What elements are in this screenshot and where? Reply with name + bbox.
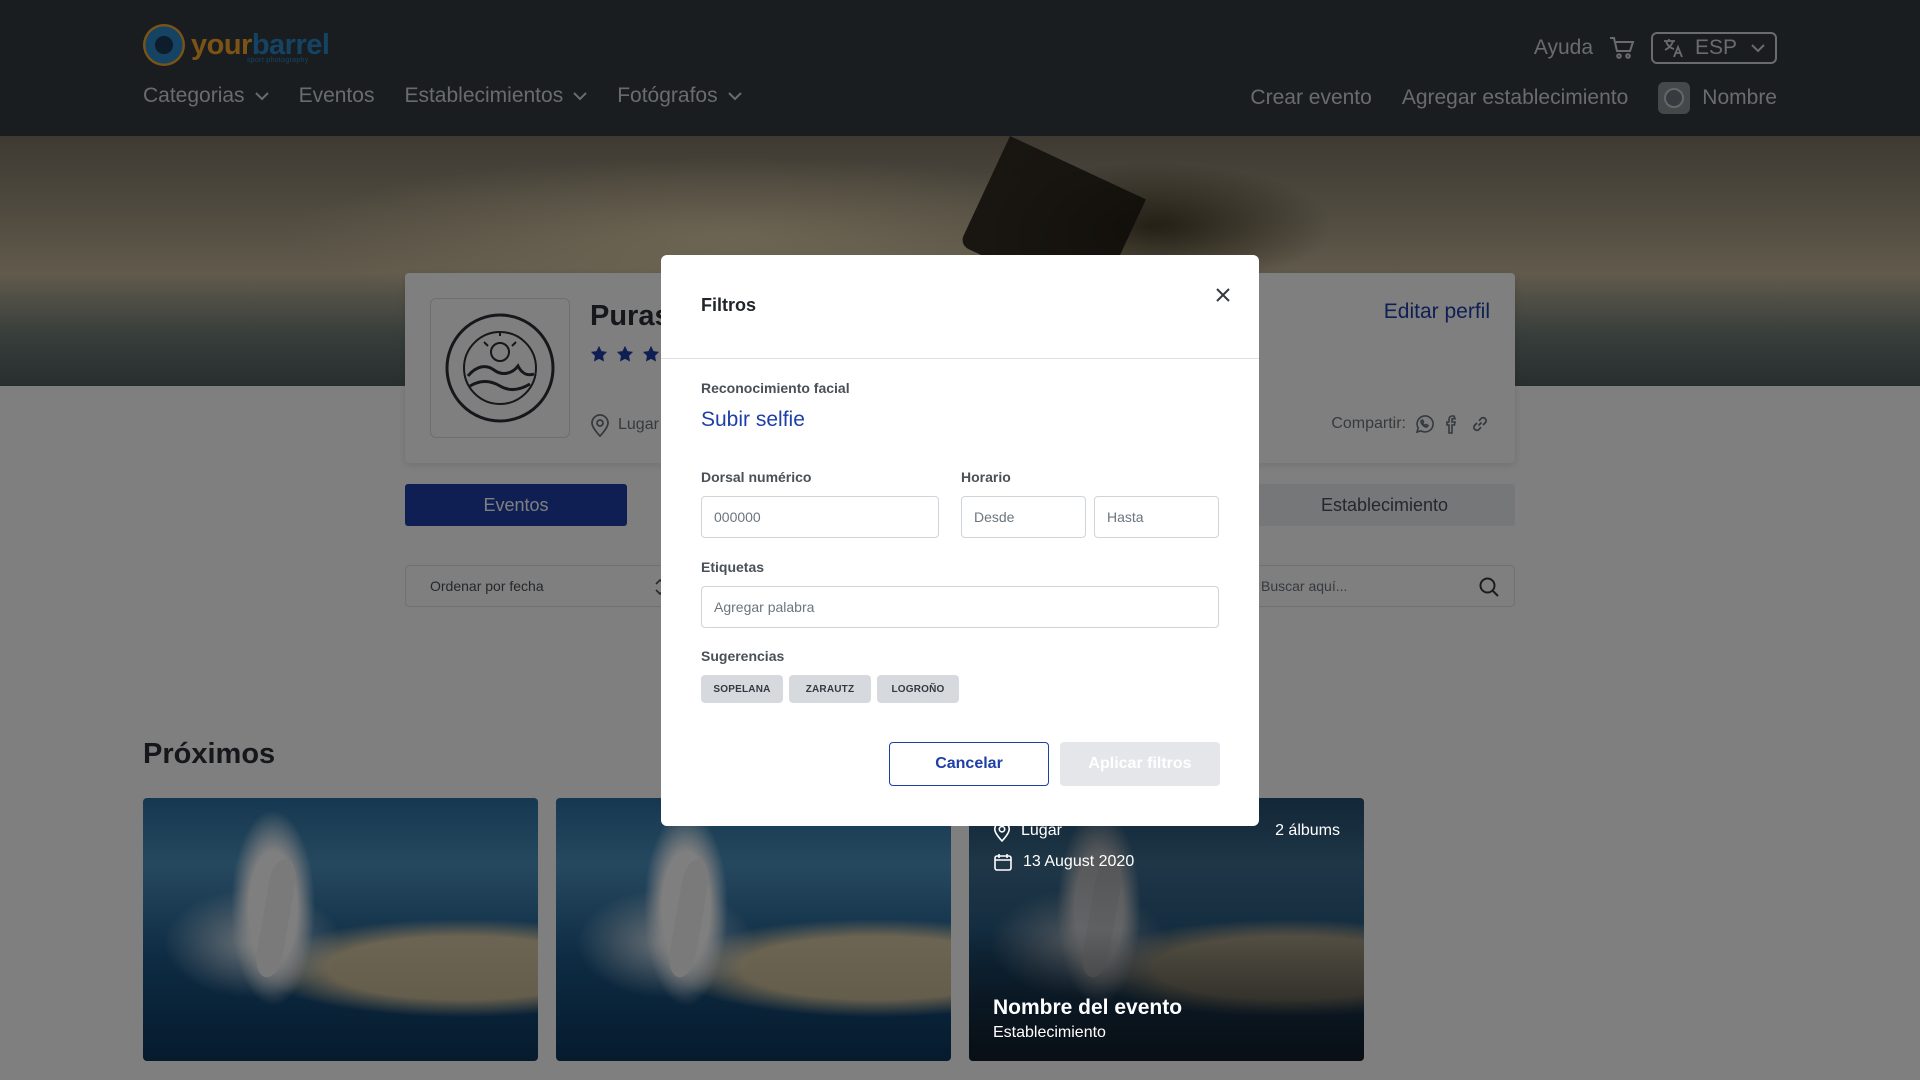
calendar-icon [994, 854, 1012, 871]
upload-selfie-link[interactable]: Subir selfie [701, 408, 805, 432]
event-card-establishment: Establecimiento [993, 1024, 1106, 1041]
time-to-input[interactable]: Hasta [1094, 496, 1219, 538]
bib-number-label: Dorsal numérico [701, 469, 812, 485]
close-button[interactable] [1209, 281, 1237, 309]
modal-title: Filtros [701, 295, 757, 315]
tags-input[interactable]: Agregar palabra [701, 586, 1219, 628]
event-card-date: 13 August 2020 [993, 852, 1134, 872]
time-from-input[interactable]: Desde [961, 496, 1086, 538]
map-pin-icon [993, 821, 1011, 842]
facial-recognition-label: Reconocimiento facial [701, 380, 850, 396]
suggestion-chip[interactable]: ZARAUTZ [789, 675, 871, 703]
event-card-name: Nombre del evento [993, 996, 1183, 1019]
time-label: Horario [961, 469, 1011, 485]
tags-label: Etiquetas [701, 559, 765, 575]
event-card-albums: 2 álbums [1275, 822, 1340, 839]
event-card-location: Lugar [993, 820, 1062, 842]
bib-number-input[interactable]: 000000 [701, 496, 939, 538]
cancel-button[interactable]: Cancelar [889, 742, 1049, 786]
modal-divider [661, 358, 1259, 359]
close-icon [1216, 288, 1230, 302]
apply-filters-button[interactable]: Aplicar filtros [1060, 742, 1220, 786]
suggestions-label: Sugerencias [701, 648, 785, 664]
filters-modal: Filtros Reconocimiento facial Subir self… [661, 255, 1259, 826]
suggestion-chip[interactable]: LOGROÑO [877, 675, 959, 703]
suggestion-chip[interactable]: SOPELANA [701, 675, 783, 703]
